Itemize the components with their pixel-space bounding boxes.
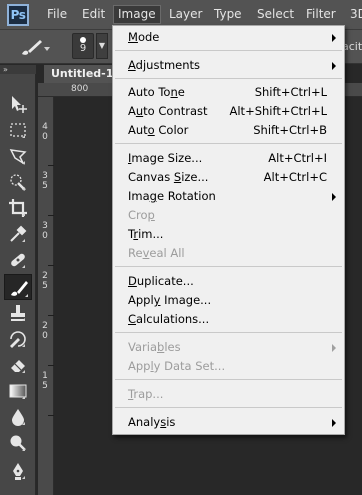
ruler-number: 2 (42, 271, 48, 281)
brush-picker-dropdown-button[interactable]: ▼ (96, 33, 108, 59)
blur-tool-icon[interactable] (8, 407, 28, 427)
menu-separator (115, 143, 342, 144)
menu-item-auto-contrast[interactable]: Auto Contrast Alt+Shift+Ctrl+L (113, 102, 344, 121)
crop-tool-icon[interactable] (8, 198, 28, 218)
eyedropper-tool-icon[interactable] (8, 224, 28, 244)
menu-layer[interactable]: Layer (169, 5, 202, 24)
ruler-number: 5 (42, 381, 48, 391)
shortcut-label: Alt+Shift+Ctrl+L (229, 104, 328, 118)
ruler-number: 3 (42, 221, 48, 231)
menu-item-calculations[interactable]: Calculations... (113, 310, 344, 329)
ruler-number: 0 (42, 331, 48, 341)
menu-item-auto-tone[interactable]: Auto Tone Shift+Ctrl+L (113, 83, 344, 102)
submenu-arrow-icon (332, 193, 336, 201)
tool-preset-picker[interactable] (16, 35, 50, 59)
menu-item-trim[interactable]: Trim... (113, 225, 344, 244)
ruler-label: 800 (71, 84, 89, 94)
quick-selection-tool-icon[interactable] (8, 172, 28, 192)
ruler-number: 0 (42, 132, 48, 142)
brush-tool-icon[interactable] (4, 274, 32, 300)
photoshop-logo: Ps (7, 4, 29, 26)
menu-item-canvas-size[interactable]: Canvas Size... Alt+Ctrl+C (113, 168, 344, 187)
history-brush-tool-icon[interactable] (8, 329, 28, 349)
menu-separator (115, 407, 342, 408)
menu-3d[interactable]: 3D (350, 5, 362, 24)
shortcut-label: Shift+Ctrl+B (253, 123, 327, 137)
ruler-number: 5 (42, 181, 48, 191)
marquee-tool-icon[interactable] (8, 120, 28, 140)
brush-size-picker[interactable]: 9 (72, 33, 94, 59)
ruler-number: 2 (42, 321, 48, 331)
double-chevron-icon: » (3, 65, 8, 74)
tools-panel (0, 74, 36, 495)
shortcut-label: Alt+Ctrl+C (263, 170, 327, 184)
ruler-number: 1 (42, 371, 48, 381)
menu-item-mode[interactable]: Mode (113, 28, 344, 47)
lasso-tool-icon[interactable] (8, 146, 28, 166)
menu-item-crop[interactable]: Crop (113, 206, 344, 225)
menu-item-duplicate[interactable]: Duplicate... (113, 272, 344, 291)
submenu-arrow-icon (332, 62, 336, 70)
menu-item-auto-color[interactable]: Auto Color Shift+Ctrl+B (113, 121, 344, 140)
dodge-tool-icon[interactable] (8, 433, 28, 453)
menu-item-trap[interactable]: Trap... (113, 385, 344, 404)
menu-separator (115, 266, 342, 267)
menu-filter[interactable]: Filter (306, 5, 336, 24)
menu-select[interactable]: Select (257, 5, 294, 24)
menu-type[interactable]: Type (214, 5, 242, 24)
menu-separator (115, 332, 342, 333)
menu-file[interactable]: File (47, 5, 67, 24)
menu-item-image-rotation[interactable]: Image Rotation (113, 187, 344, 206)
shortcut-label: Alt+Ctrl+I (268, 151, 327, 165)
ruler-number: 0 (42, 231, 48, 241)
menu-item-reveal-all[interactable]: Reveal All (113, 244, 344, 263)
pen-tool-icon[interactable] (8, 461, 28, 481)
menu-item-adjustments[interactable]: Adjustments (113, 56, 344, 75)
ruler-number: 5 (42, 281, 48, 291)
menu-item-apply-image[interactable]: Apply Image... (113, 291, 344, 310)
clone-stamp-tool-icon[interactable] (8, 303, 28, 323)
tools-panel-collapse-button[interactable]: » (0, 65, 36, 74)
healing-brush-tool-icon[interactable] (8, 250, 28, 270)
ruler-number: 4 (42, 122, 48, 132)
gradient-tool-icon[interactable] (8, 381, 28, 401)
submenu-arrow-icon (332, 419, 336, 427)
menu-image[interactable]: Image (113, 5, 161, 24)
chevron-down-icon: ▼ (98, 41, 106, 50)
menu-separator (115, 78, 342, 79)
shortcut-label: Shift+Ctrl+L (254, 85, 327, 99)
brush-size-value: 9 (79, 43, 87, 54)
opacity-label: acity (342, 40, 362, 53)
menu-item-analysis[interactable]: Analysis (113, 413, 344, 432)
menu-separator (115, 50, 342, 51)
menu-item-image-size[interactable]: Image Size... Alt+Ctrl+I (113, 149, 344, 168)
menu-item-variables[interactable]: Variables (113, 338, 344, 357)
eraser-tool-icon[interactable] (8, 355, 28, 375)
vertical-ruler: 4 0 3 5 3 0 2 5 2 0 1 5 (38, 97, 54, 495)
brush-preset-icon (22, 40, 50, 55)
move-tool-icon[interactable] (8, 94, 28, 114)
ruler-number: 3 (42, 171, 48, 181)
image-menu-dropdown: Mode Adjustments Auto Tone Shift+Ctrl+L … (112, 25, 345, 435)
submenu-arrow-icon (332, 34, 336, 42)
menu-item-apply-data-set[interactable]: Apply Data Set... (113, 357, 344, 376)
menu-separator (115, 379, 342, 380)
submenu-arrow-icon (332, 344, 336, 352)
menu-edit[interactable]: Edit (82, 5, 105, 24)
